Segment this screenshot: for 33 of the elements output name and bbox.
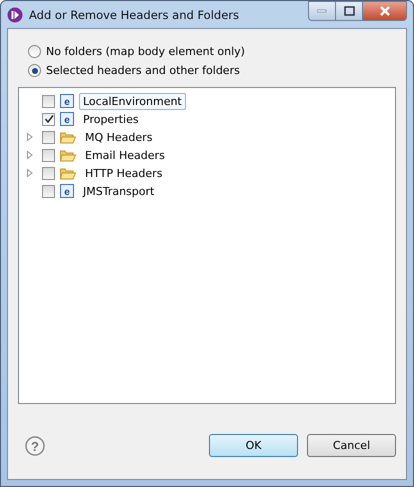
expand-icon[interactable] [27,133,33,141]
window-title: Add or Remove Headers and Folders [29,8,240,22]
tree-item[interactable]: Properties [79,110,143,128]
tree-item[interactable]: LocalEnvironment [79,92,186,110]
tree-item[interactable]: HTTP Headers [81,164,166,182]
dialog-button[interactable]: OK [209,434,298,457]
element-icon: e [60,112,74,126]
close-icon [378,6,390,16]
checkbox[interactable] [42,130,55,144]
tree-item[interactable]: MQ Headers [81,128,156,146]
app-icon [7,6,23,22]
radio-option[interactable]: Selected headers and other folders [28,64,396,77]
expand-icon[interactable] [27,151,33,159]
element-icon: e [60,94,74,108]
checkbox[interactable] [42,184,55,198]
dialog-button[interactable]: Cancel [307,434,396,457]
checkbox[interactable] [42,112,55,126]
tree-item[interactable]: JMSTransport [79,182,158,200]
close-button[interactable] [363,1,407,21]
checkbox[interactable] [42,148,55,162]
checkbox[interactable] [42,94,55,108]
maximize-icon [344,6,354,16]
element-icon: e [60,184,74,198]
folder-icon [60,166,76,180]
folder-icon [60,148,76,162]
expand-icon[interactable] [27,169,33,177]
tree-item[interactable]: Email Headers [81,146,169,164]
radio-option[interactable]: No folders (map body element only) [28,45,396,58]
maximize-button[interactable] [336,1,363,21]
folder-icon [60,130,76,144]
help-icon[interactable]: ? [25,436,45,456]
checkbox[interactable] [42,166,55,180]
minimize-icon [317,9,327,13]
